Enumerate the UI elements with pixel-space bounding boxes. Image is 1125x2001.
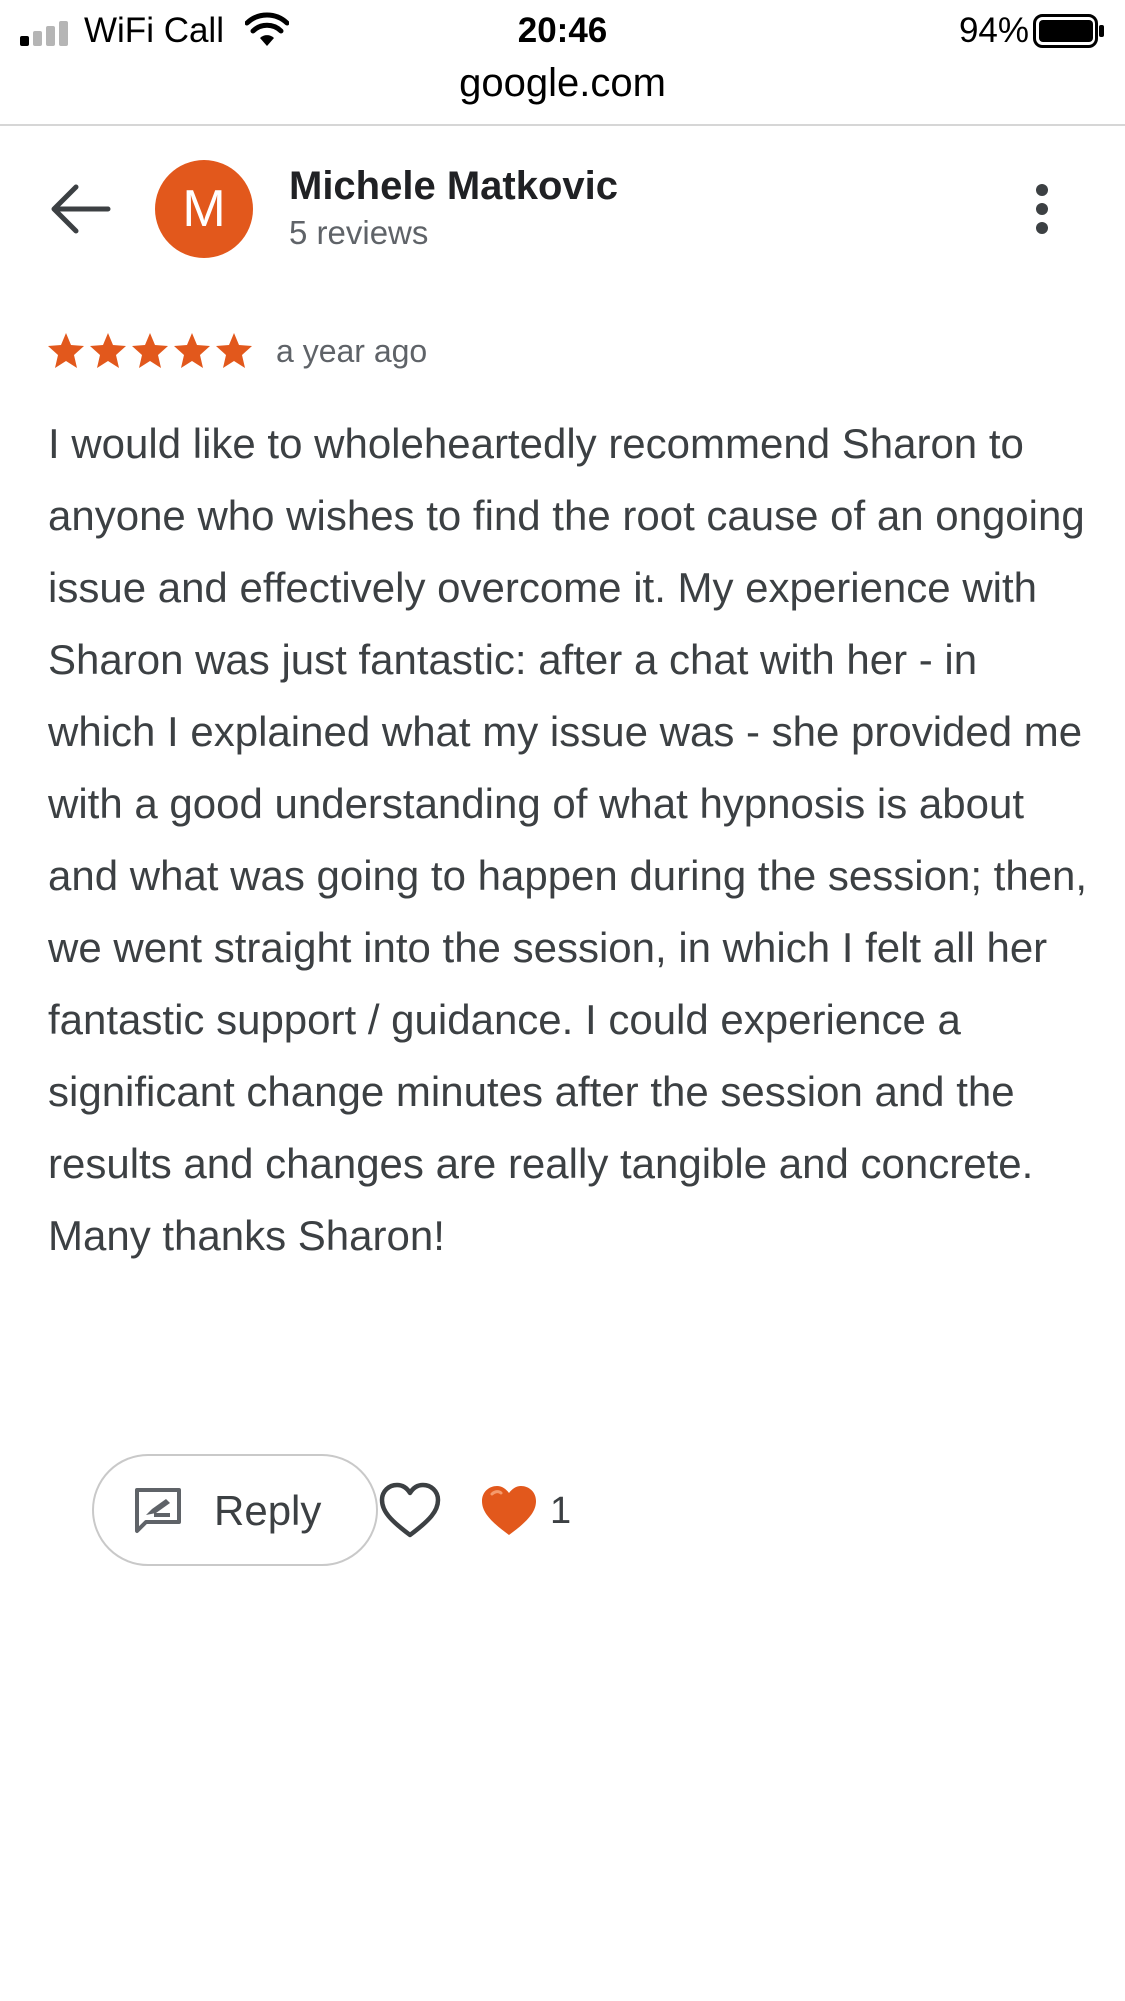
back-arrow-icon[interactable] (44, 178, 116, 240)
star-rating (48, 333, 252, 368)
reply-icon (135, 1488, 181, 1533)
star-icon (132, 333, 168, 368)
status-time: 20:46 (517, 11, 608, 50)
star-icon (216, 333, 252, 368)
review-text: I would like to wholeheartedly recommend… (48, 420, 1088, 1259)
reaction-count: 1 (550, 1490, 572, 1532)
reply-button[interactable]: Reply (92, 1454, 378, 1566)
heart-outline-icon[interactable] (378, 1482, 442, 1540)
star-icon (174, 333, 210, 368)
reviewer-name[interactable]: Michele Matkovic (289, 162, 618, 210)
more-vert-icon[interactable] (1022, 178, 1062, 240)
status-bar: WiFi Call 20:46 94% (0, 0, 1125, 60)
heart-filled-icon[interactable] (480, 1484, 538, 1538)
review-count: 5 reviews (289, 214, 429, 251)
star-icon (90, 333, 126, 368)
avatar[interactable]: M (155, 160, 253, 258)
reply-label: Reply (214, 1487, 322, 1534)
review-time: a year ago (276, 333, 428, 369)
address-bar[interactable]: google.com (0, 58, 1125, 126)
battery-icon (1033, 14, 1104, 48)
star-icon (48, 333, 84, 368)
battery-percent: 94% (958, 11, 1029, 50)
